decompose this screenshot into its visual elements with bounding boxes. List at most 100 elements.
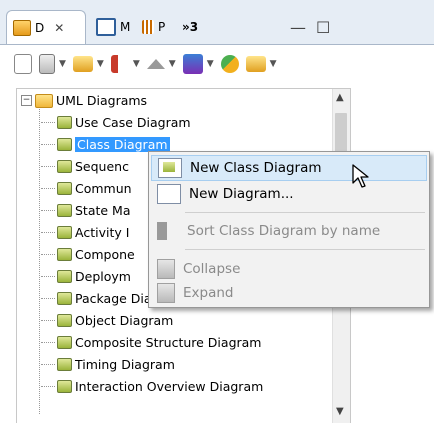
tree-item-state-machine-diagram[interactable]: State Ma — [41, 200, 131, 221]
tab-label: D — [35, 20, 45, 35]
tree-connector — [41, 232, 55, 233]
tree-item-communication-diagram[interactable]: Commun — [41, 178, 132, 199]
composite-structure-diagram-icon — [57, 336, 72, 349]
tree-item-label: State Ma — [75, 203, 131, 218]
diagram-navigator-icon — [13, 19, 31, 36]
interaction-overview-diagram-icon — [57, 380, 72, 393]
menu-separator — [185, 212, 425, 213]
more-tabs-button[interactable]: »3 — [182, 13, 198, 41]
communication-diagram-icon — [57, 182, 72, 195]
tree-item-label: Activity I — [75, 225, 130, 240]
menu-item-sort-by-name[interactable]: Sort Class Diagram by name — [151, 218, 427, 244]
scroll-up-icon[interactable]: ▲ — [336, 92, 344, 103]
tree-item-label: Class Diagram — [75, 137, 170, 152]
new-diagram-icon[interactable] — [14, 53, 32, 74]
tree-connector — [41, 188, 55, 189]
tree-item-activity-diagram[interactable]: Activity I — [41, 222, 129, 243]
tree-root[interactable]: − UML Diagrams — [21, 90, 147, 111]
tree-connector — [41, 320, 55, 321]
timing-diagram-icon — [57, 358, 72, 371]
menu-item-new-class-diagram[interactable]: New Class Diagram — [151, 155, 427, 181]
view-tab-bar: D ✕ M P »3 — ☐ — [0, 0, 434, 44]
tree-item-label: Commun — [75, 181, 132, 196]
tree-item-sequence-diagram[interactable]: Sequenc — [41, 156, 129, 177]
tree-item-object-diagram[interactable]: Object Diagram — [41, 310, 173, 331]
tree-connector — [41, 298, 55, 299]
tree-connector — [41, 166, 55, 167]
tree-item-label: Use Case Diagram — [75, 115, 191, 130]
tree-connector — [41, 342, 55, 343]
diagram-navigator-panel: D ✕ M P »3 — ☐ ▼ ▼ ▼ ▼ ▼ ▼ − UML Diagram… — [0, 0, 434, 423]
up-arrow-icon[interactable] — [146, 58, 165, 69]
menu-item-collapse[interactable]: Collapse — [151, 256, 427, 282]
menu-item-new-diagram[interactable]: New Diagram... — [151, 181, 427, 207]
chevron-down-icon[interactable]: ▼ — [133, 59, 140, 69]
minimize-icon[interactable]: — — [290, 18, 306, 37]
chevron-down-icon[interactable]: ▼ — [207, 59, 214, 69]
tree-connector — [41, 254, 55, 255]
tab-label: M — [120, 20, 131, 34]
navigator-toolbar: ▼ ▼ ▼ ▼ ▼ ▼ — [0, 44, 434, 82]
chevron-down-icon[interactable]: ▼ — [59, 59, 66, 69]
tree-connector — [41, 210, 55, 211]
open-folder-icon[interactable] — [245, 55, 266, 72]
tab-model-explorer[interactable]: M — [96, 13, 130, 41]
menu-item-label: Sort Class Diagram by name — [187, 223, 381, 239]
tree-item-label: Sequenc — [75, 159, 129, 174]
collapse-icon[interactable]: − — [21, 95, 32, 106]
menu-item-expand[interactable]: Expand — [151, 280, 427, 306]
package-diagram-icon — [57, 292, 72, 305]
sort-icon — [157, 222, 179, 240]
tree-view-icon[interactable] — [39, 53, 55, 74]
tree-item-timing-diagram[interactable]: Timing Diagram — [41, 354, 175, 375]
collapse-icon — [157, 259, 175, 279]
sync-icon[interactable] — [220, 54, 239, 73]
tree-item-deployment-diagram[interactable]: Deploym — [41, 266, 131, 287]
model-explorer-icon — [96, 18, 116, 36]
tree-item-interaction-overview-diagram[interactable]: Interaction Overview Diagram — [41, 376, 263, 397]
state-machine-diagram-icon — [57, 204, 72, 217]
mouse-cursor-icon — [352, 164, 369, 188]
tree-connector — [39, 109, 40, 414]
use-case-diagram-icon — [57, 116, 72, 129]
tree-item-label: Composite Structure Diagram — [75, 335, 262, 350]
chevron-down-icon[interactable]: ▼ — [97, 59, 104, 69]
tree-item-label: Interaction Overview Diagram — [75, 379, 264, 394]
tree-item-use-case-diagram[interactable]: Use Case Diagram — [41, 112, 191, 133]
menu-item-label: Expand — [183, 285, 234, 301]
menu-item-label: Collapse — [183, 261, 241, 277]
maximize-icon[interactable]: ☐ — [316, 18, 330, 37]
tree-connector — [41, 364, 55, 365]
tree-item-label: Deploym — [75, 269, 131, 284]
scroll-down-icon[interactable]: ▼ — [336, 406, 344, 417]
tree-item-composite-structure-diagram[interactable]: Composite Structure Diagram — [41, 332, 261, 353]
new-diagram-icon — [157, 184, 181, 204]
sequence-diagram-icon — [57, 160, 72, 173]
tree-item-label: Object Diagram — [75, 313, 174, 328]
property-icon — [142, 20, 154, 34]
close-icon[interactable]: ✕ — [54, 21, 64, 35]
refresh-view-icon[interactable] — [182, 53, 203, 74]
component-diagram-icon — [57, 248, 72, 261]
folder-filter-icon[interactable] — [72, 55, 93, 72]
tree-item-label: Timing Diagram — [75, 357, 175, 372]
new-class-diagram-icon — [158, 158, 182, 178]
menu-item-label: New Diagram... — [189, 186, 294, 202]
tab-diagram-navigator[interactable]: D ✕ — [6, 10, 86, 44]
sort-icon[interactable] — [110, 54, 129, 73]
chevron-down-icon[interactable]: ▼ — [169, 59, 176, 69]
menu-item-label: New Class Diagram — [190, 160, 322, 176]
tab-property[interactable]: P — [142, 13, 165, 41]
deployment-diagram-icon — [57, 270, 72, 283]
expand-icon — [157, 283, 175, 303]
tree-item-component-diagram[interactable]: Compone — [41, 244, 135, 265]
activity-diagram-icon — [57, 226, 72, 239]
tree-item-label: Compone — [75, 247, 135, 262]
more-tabs-label: »3 — [182, 20, 199, 34]
chevron-down-icon[interactable]: ▼ — [270, 59, 277, 69]
class-diagram-icon — [57, 138, 72, 151]
folder-icon — [35, 93, 53, 108]
object-diagram-icon — [57, 314, 72, 327]
tree-root-label: UML Diagrams — [56, 93, 148, 108]
menu-separator — [185, 249, 425, 250]
